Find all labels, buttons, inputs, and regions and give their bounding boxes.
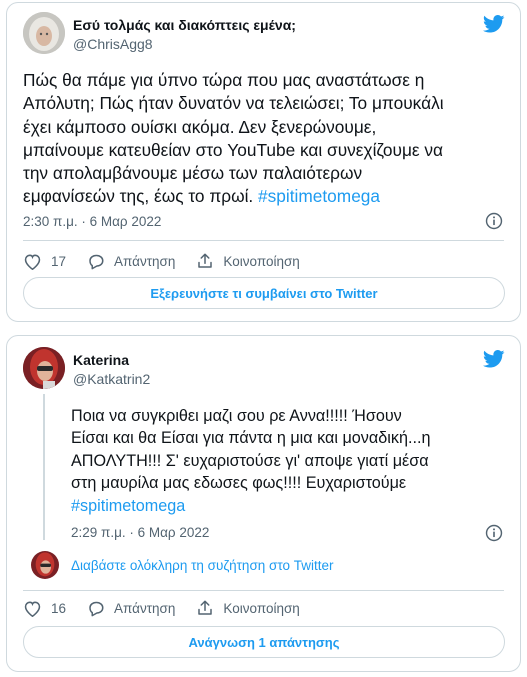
user-handle[interactable]: @ChrisAgg8 (73, 36, 153, 52)
tweet-text-line-end: εμφανίσεών της, έως το πρωί. (23, 186, 259, 207)
reply-label: Απάντηση (114, 253, 176, 269)
like-button[interactable]: 17 (23, 253, 66, 270)
reply-label: Απάντηση (114, 600, 176, 616)
display-name[interactable]: Εσύ τολμάς και διακόπτεις εμένα; (73, 17, 296, 33)
user-handle[interactable]: @Katkatrin2 (73, 371, 150, 387)
reply-button[interactable]: Απάντηση (87, 600, 175, 617)
divider (23, 240, 504, 241)
display-name[interactable]: Katerina (73, 352, 129, 368)
convo-avatar (31, 551, 59, 579)
tweet-text: Πώς θα πάμε για ύπνο τώρα που μας αναστά… (23, 69, 515, 209)
explore-twitter-button[interactable]: Εξερευνήστε τι συμβαίνει στο Twitter (23, 277, 505, 309)
info-icon[interactable] (485, 212, 503, 230)
tweet-text-line: την απολαμβάνουμε μέσω των παλαιότερων (23, 163, 363, 184)
like-count: 16 (51, 600, 67, 616)
tweet-text-line: Είσαι και θα Είσαι για πάντα η μια και μ… (71, 429, 431, 448)
tweet-text: Ποια να συγκριθει μαζι σου ρε Αννα!!!!! … (71, 405, 511, 517)
tweet-text-line: εμφανίσεών της, έως το πρωί. #spitimetom… (23, 185, 515, 208)
info-icon[interactable] (485, 524, 503, 542)
heart-icon (24, 254, 41, 270)
read-replies-button[interactable]: Ανάγνωση 1 απάντησης (23, 626, 505, 658)
like-count: 17 (51, 253, 67, 269)
reply-bubble-icon (89, 254, 104, 269)
timestamp[interactable]: 2:30 π.μ. · 6 Μαρ 2022 (23, 214, 161, 229)
tweet-text-line: Απόλυτη; Πώς ήταν δυνατόν να τελειώσει; … (23, 93, 444, 114)
timestamp[interactable]: 2:29 π.μ. · 6 Μαρ 2022 (71, 525, 209, 540)
share-label: Κοινοποίηση (223, 600, 300, 616)
reply-bubble-icon (89, 601, 104, 616)
share-button[interactable]: Κοινοποίηση (196, 252, 300, 270)
share-label: Κοινοποίηση (223, 253, 300, 269)
twitter-bird-icon[interactable] (483, 15, 505, 33)
tweet-text-line: ΑΠΟΛΥΤΗ!!! Σ' ευχαριστούσε γι' αποψε για… (71, 451, 429, 470)
tweet-actions: 16 Απάντηση Κοινοποίηση (23, 598, 321, 618)
tweet-text-line: Ποια να συγκριθει μαζι σου ρε Αννα!!!!! … (71, 407, 402, 425)
tweet-card-2: Katerina @Katkatrin2 Ποια να συγκριθει μ… (6, 335, 521, 672)
thread-line (43, 394, 45, 540)
heart-icon (24, 601, 41, 617)
read-conversation-link[interactable]: Διαβάστε ολόκληρη τη συζήτηση στο Twitte… (71, 558, 334, 573)
share-icon (198, 253, 213, 268)
reply-button[interactable]: Απάντηση (87, 253, 175, 270)
tweet-card-1: Εσύ τολμάς και διακόπτεις εμένα; @ChrisA… (6, 2, 521, 322)
avatar[interactable] (23, 347, 65, 389)
avatar[interactable] (23, 12, 65, 54)
twitter-bird-icon[interactable] (483, 350, 505, 368)
hashtag-link[interactable]: #spitimetomega (258, 186, 380, 206)
tweet-text-line: Πώς θα πάμε για ύπνο τώρα που μας αναστά… (23, 70, 425, 90)
share-icon (198, 600, 213, 615)
hashtag-link[interactable]: #spitimetomega (71, 495, 511, 517)
share-button[interactable]: Κοινοποίηση (196, 599, 300, 617)
tweet-text-line: στη μαυρίλα μας εδωσες φως!!!! Ευχαριστο… (71, 474, 407, 493)
tweet-text-line: έχει κάμποσο ουίσκι ακόμα. Δεν ξενερώνου… (23, 116, 377, 137)
tweet-actions: 17 Απάντηση Κοινοποίηση (23, 251, 321, 271)
tweet-text-line: μπαίνουμε κατευθείαν στο YouTube και συν… (23, 139, 444, 160)
like-button[interactable]: 16 (23, 600, 66, 617)
divider (23, 590, 504, 591)
